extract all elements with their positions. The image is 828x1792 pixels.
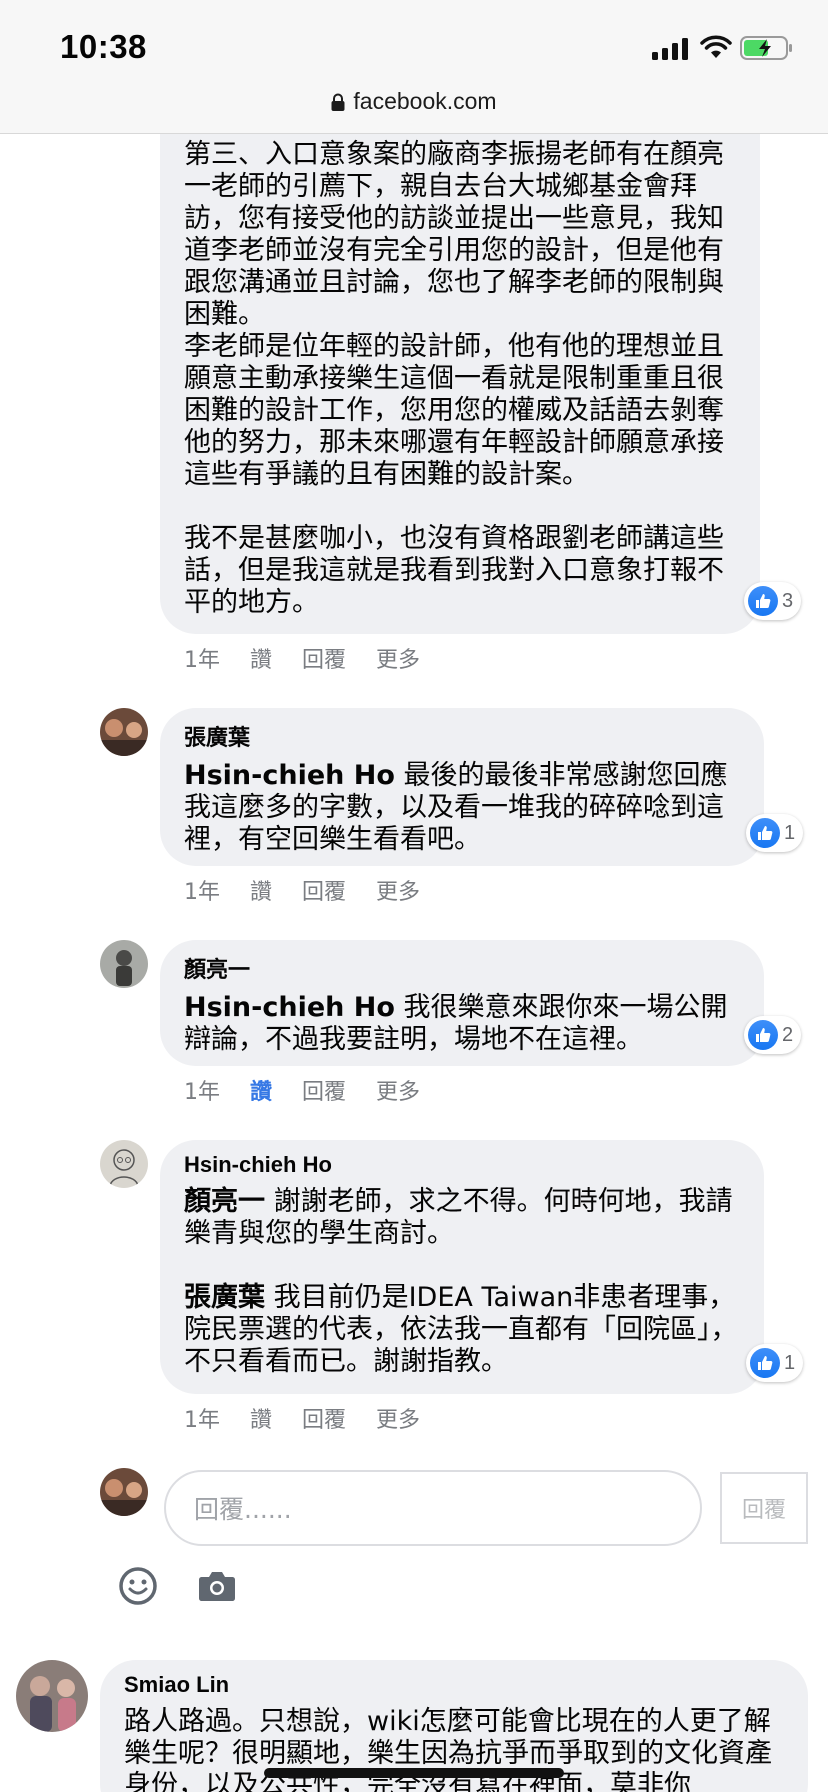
- reaction-count[interactable]: 2: [744, 1016, 802, 1054]
- comment-actions: 1年 讚 回覆 更多: [184, 642, 450, 674]
- comment-text: Hsin-chieh Ho 最後的最後非常感謝您回應我這麼多的字數，以及看一堆我…: [184, 760, 740, 856]
- comment-bubble: 張廣葉 Hsin-chieh Ho 最後的最後非常感謝您回應我這麼多的字數，以及…: [160, 708, 764, 866]
- lock-icon: [331, 93, 345, 111]
- battery-charging-icon: [740, 36, 792, 60]
- wifi-icon: [700, 35, 732, 58]
- avatar[interactable]: [16, 1660, 88, 1732]
- status-time: 10:38: [60, 28, 147, 65]
- comment-text: 第三、入口意象案的廠商李振揚老師有在顏亮一老師的引薦下，親自去台大城鄉基金會拜訪…: [184, 139, 724, 618]
- comment-bubble: 顏亮一 Hsin-chieh Ho 我很樂意來跟你來一場公開辯論，不過我要註明，…: [160, 940, 764, 1066]
- more-action[interactable]: 更多: [376, 1402, 420, 1434]
- comment-author[interactable]: Smiao Lin: [124, 1672, 784, 1698]
- more-action[interactable]: 更多: [376, 874, 420, 906]
- reply-action[interactable]: 回覆: [302, 642, 346, 674]
- comment-bubble: 第三、入口意象案的廠商李振揚老師有在顏亮一老師的引薦下，親自去台大城鄉基金會拜訪…: [160, 134, 760, 634]
- like-action[interactable]: 讚: [250, 1402, 272, 1434]
- reaction-count[interactable]: 3: [744, 582, 802, 620]
- avatar[interactable]: [100, 708, 148, 756]
- like-reaction-icon: [750, 1348, 780, 1378]
- camera-icon[interactable]: [198, 1570, 236, 1602]
- comment-author[interactable]: 顏亮一: [184, 952, 740, 984]
- reaction-number: 3: [782, 589, 794, 612]
- comment-author[interactable]: 張廣葉: [184, 720, 740, 752]
- url-bar[interactable]: facebook.com: [0, 80, 828, 134]
- comment-time[interactable]: 1年: [184, 1402, 220, 1434]
- more-action[interactable]: 更多: [376, 1074, 420, 1106]
- emoji-icon[interactable]: [118, 1566, 158, 1606]
- mention-link[interactable]: 顏亮一: [184, 1186, 265, 1217]
- mention-link[interactable]: Hsin-chieh Ho: [184, 760, 395, 791]
- reaction-count[interactable]: 1: [746, 814, 804, 852]
- more-action[interactable]: 更多: [376, 642, 420, 674]
- comment-bubble: Hsin-chieh Ho 顏亮一 謝謝老師，求之不得。何時何地，我請樂青與您的…: [160, 1140, 764, 1394]
- comment-time[interactable]: 1年: [184, 874, 220, 906]
- avatar[interactable]: [100, 940, 148, 988]
- like-reaction-icon: [750, 818, 780, 848]
- reaction-number: 1: [784, 1351, 796, 1374]
- like-action[interactable]: 讚: [250, 1074, 272, 1106]
- comment-text: Hsin-chieh Ho 我很樂意來跟你來一場公開辯論，不過我要註明，場地不在…: [184, 992, 740, 1056]
- reply-action[interactable]: 回覆: [302, 1402, 346, 1434]
- reply-input[interactable]: 回覆......: [164, 1470, 702, 1546]
- comment-actions: 1年 讚 回覆 更多: [184, 1074, 450, 1106]
- like-reaction-icon: [748, 1020, 778, 1050]
- status-bar: 10:38: [0, 0, 828, 92]
- comment-text: 顏亮一 謝謝老師，求之不得。何時何地，我請樂青與您的學生商討。: [184, 1186, 740, 1250]
- comment-time[interactable]: 1年: [184, 642, 220, 674]
- cellular-signal-icon: [652, 38, 688, 60]
- like-action[interactable]: 讚: [250, 874, 272, 906]
- comment-body: 我目前仍是IDEA Taiwan非患者理事，院民票選的代表，依法我一直都有「回院…: [184, 1282, 738, 1377]
- comment-time[interactable]: 1年: [184, 1074, 220, 1106]
- home-indicator[interactable]: [264, 1768, 564, 1778]
- comment-body: 謝謝老師，求之不得。何時何地，我請樂青與您的學生商討。: [184, 1186, 733, 1249]
- reaction-number: 2: [782, 1023, 794, 1046]
- url-display[interactable]: facebook.com: [0, 88, 828, 115]
- like-action[interactable]: 讚: [250, 642, 272, 674]
- reply-action[interactable]: 回覆: [302, 1074, 346, 1106]
- url-text: facebook.com: [353, 88, 497, 114]
- reply-submit-button[interactable]: 回覆: [720, 1472, 808, 1544]
- comment-author[interactable]: Hsin-chieh Ho: [184, 1152, 740, 1178]
- comment-text-second-paragraph: 張廣葉 我目前仍是IDEA Taiwan非患者理事，院民票選的代表，依法我一直都…: [184, 1282, 740, 1378]
- comment-actions: 1年 讚 回覆 更多: [184, 874, 450, 906]
- comment-text: 路人路過。只想說，wiki怎麼可能會比現在的人更了解樂生呢？很明顯地，樂生因為抗…: [124, 1706, 772, 1792]
- reaction-number: 1: [784, 821, 796, 844]
- mention-link[interactable]: Hsin-chieh Ho: [184, 992, 395, 1023]
- current-user-avatar: [100, 1468, 148, 1516]
- reply-placeholder: 回覆......: [194, 1495, 292, 1524]
- reply-action[interactable]: 回覆: [302, 874, 346, 906]
- mention-link[interactable]: 張廣葉: [184, 1282, 265, 1313]
- comment-actions: 1年 讚 回覆 更多: [184, 1402, 450, 1434]
- like-reaction-icon: [748, 586, 778, 616]
- avatar[interactable]: [100, 1140, 148, 1188]
- reaction-count[interactable]: 1: [746, 1344, 804, 1382]
